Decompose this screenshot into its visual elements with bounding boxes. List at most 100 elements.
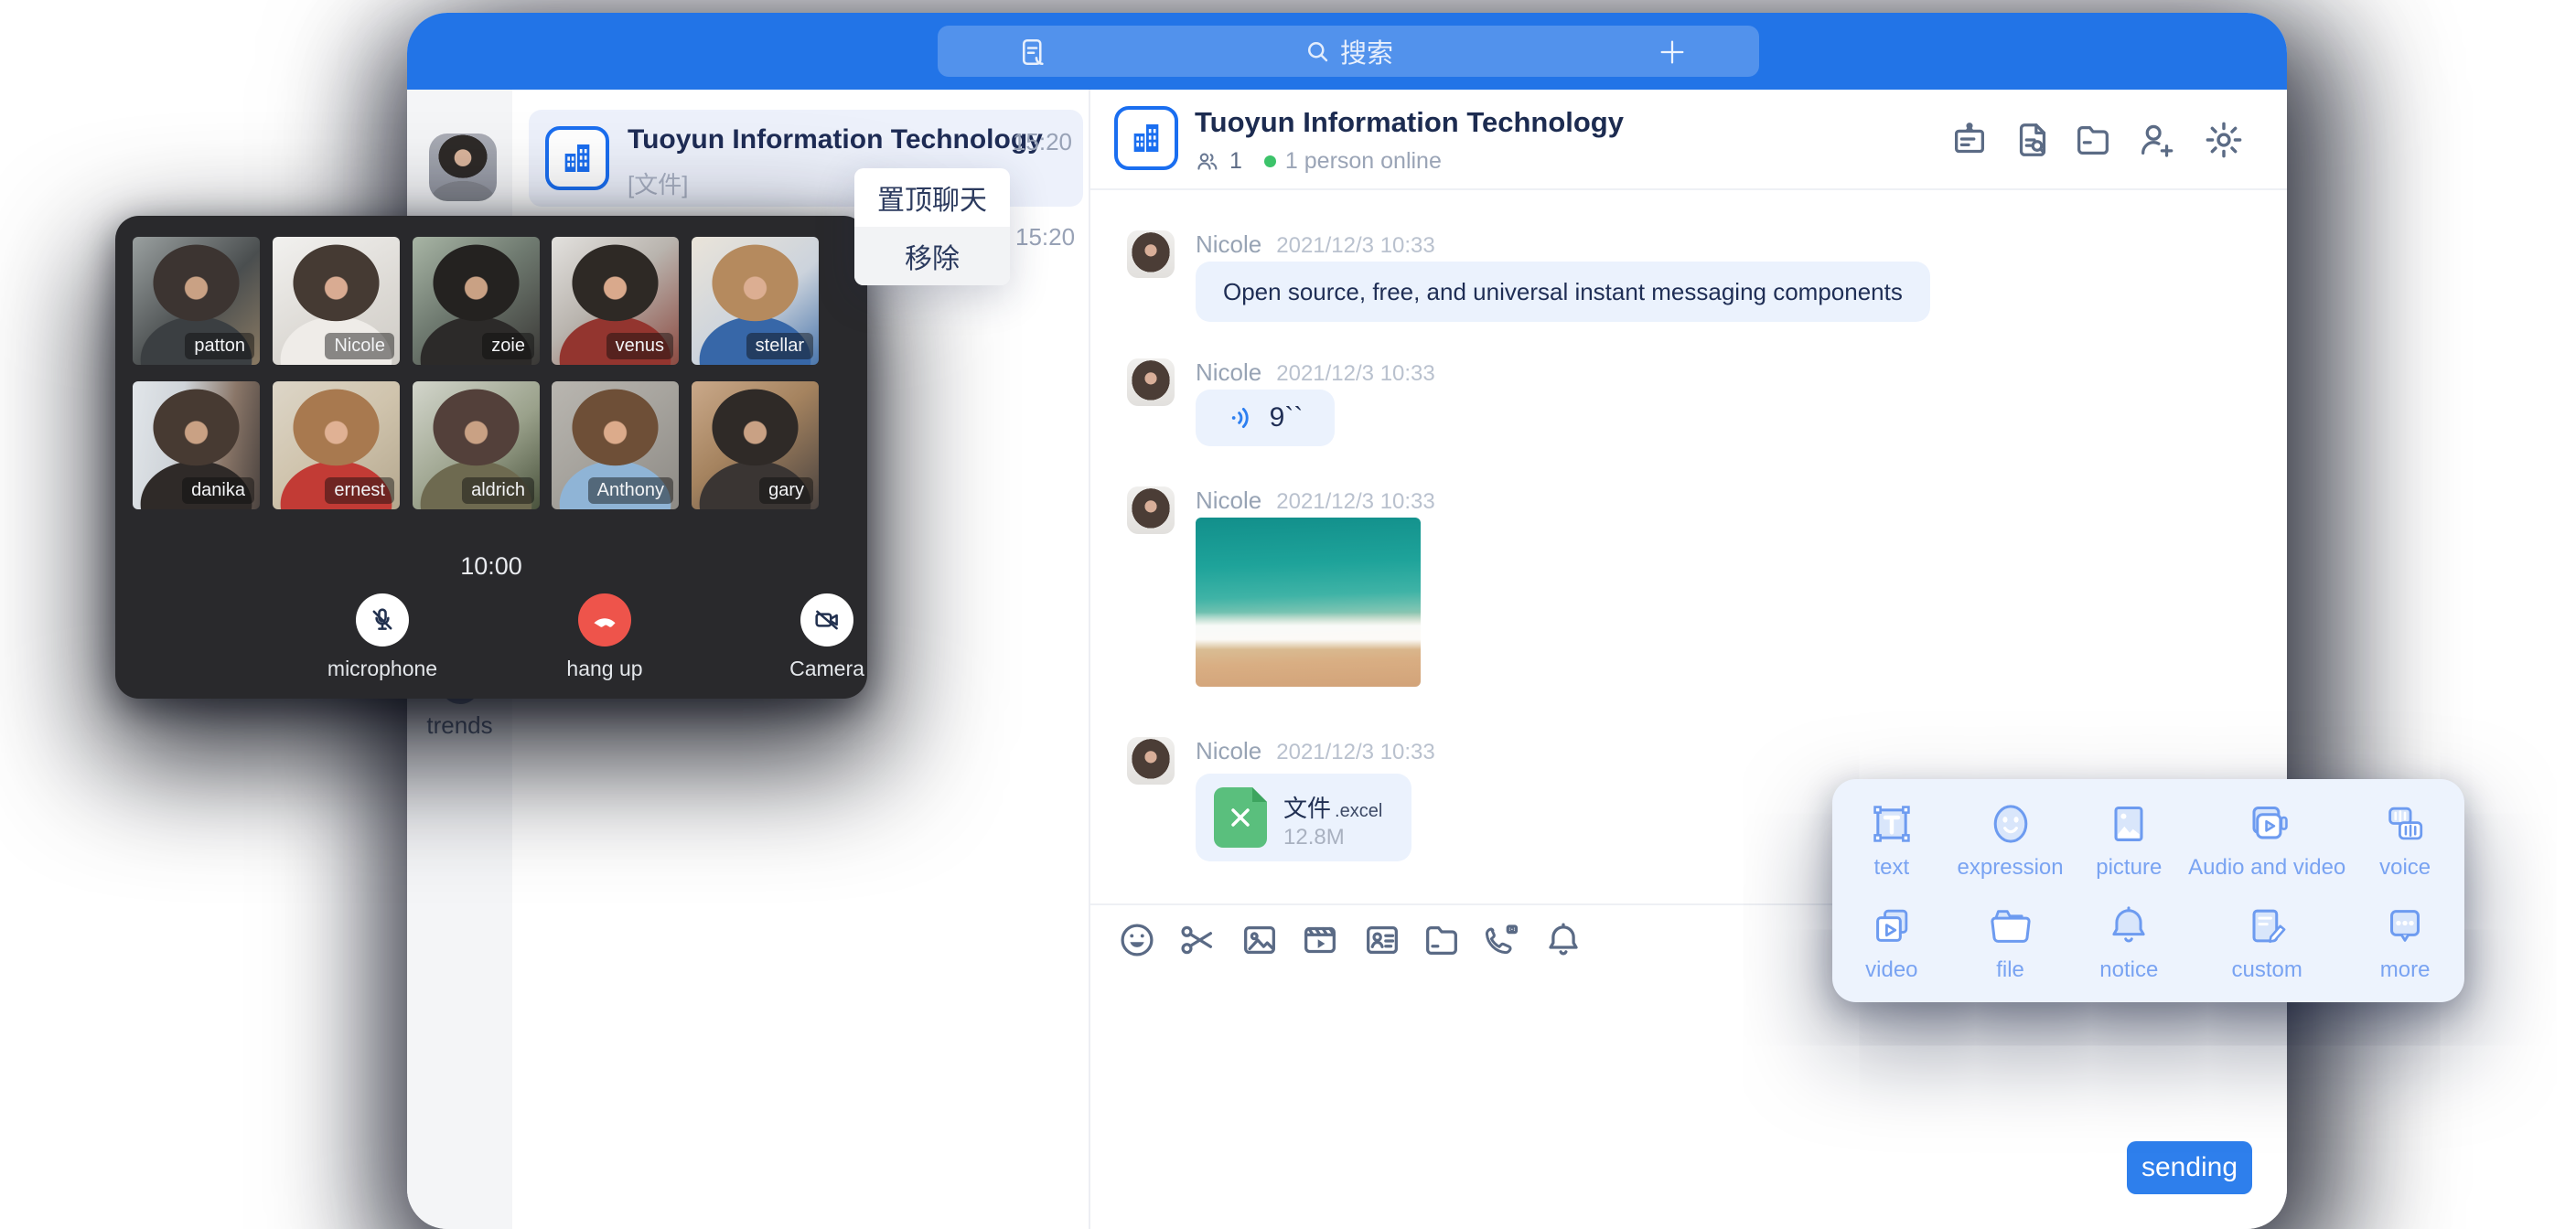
participant-name: gary [759,477,813,504]
participant-name: venus [606,333,673,359]
text-icon [1866,798,1917,850]
message-header: Nicole2021/12/3 10:33 [1196,737,1435,765]
menu-item-remove[interactable]: 移除 [854,227,1010,285]
participant-name: Nicole [325,333,394,359]
attach-item-notice[interactable]: notice [2099,901,2158,983]
microphone-button[interactable] [356,593,409,647]
avatar[interactable] [1127,737,1175,785]
camera-off-icon [811,604,843,636]
attach-item-more[interactable]: more [2379,901,2431,983]
attach-item-file[interactable]: file [1985,901,2036,983]
online-label: 1 person online [1285,148,1442,175]
participant-name: Anthony [588,477,673,504]
file-size: 12.8M [1283,825,1345,850]
folder-icon[interactable] [1421,919,1463,961]
participant-name: aldrich [462,477,534,504]
message-header: Nicole2021/12/3 10:33 [1196,230,1435,259]
conversation-preview: [文件] [628,166,688,200]
audio-video-icon [2241,798,2292,850]
video-call-icon[interactable] [1480,919,1522,961]
attach-item-video[interactable]: video [1865,901,1917,983]
search-field[interactable]: 搜索 [938,26,1759,77]
group-avatar [545,126,609,190]
message-time: 2021/12/3 10:33 [1276,489,1435,514]
sender-name: Nicole [1196,358,1261,386]
doc-search-icon[interactable] [2012,119,2054,161]
message-time: 2021/12/3 10:33 [1276,233,1435,258]
attach-item-voice[interactable]: voice [2379,798,2431,881]
my-avatar[interactable] [429,134,497,201]
building-icon [559,140,596,176]
members-icon [1195,149,1220,175]
person-add-icon[interactable] [2136,119,2178,161]
camera-button[interactable] [800,593,853,647]
gear-icon[interactable] [2203,119,2245,161]
attach-item-text[interactable]: text [1866,798,1917,881]
trends-label: trends [407,711,512,740]
video-tile: gary [692,381,819,509]
picture-icon [2103,798,2154,850]
attach-item-picture[interactable]: picture [2096,798,2162,881]
voice-duration: 9`` [1270,402,1304,433]
chat-header: Tuoyun Information Technology 1 1 person… [1090,90,2287,190]
emoji-icon[interactable] [1116,919,1158,961]
hang-up-button[interactable] [578,593,631,647]
hangup-label: hang up [513,657,696,681]
avatar[interactable] [1127,230,1175,278]
attach-item-audio-video[interactable]: Audio and video [2188,798,2345,881]
file-ext: .excel [1335,801,1382,821]
image-icon[interactable] [1239,919,1281,961]
contact-card-icon[interactable] [1361,919,1403,961]
file-message-bubble[interactable]: 文件.excel 12.8M [1196,774,1411,861]
screenshot-icon[interactable] [1176,919,1218,961]
text-message-bubble[interactable]: Open source, free, and universal instant… [1196,262,1930,322]
bulletin-icon[interactable] [1948,119,1991,161]
voice-icon [2379,798,2431,850]
sender-name: Nicole [1196,486,1261,514]
participant-name: zoie [482,333,534,359]
plus-icon[interactable] [1657,37,1688,68]
avatar[interactable] [1127,486,1175,534]
file-icon [1985,901,2036,952]
message-header: Nicole 2021/12/3 10:33 [1196,358,1435,387]
video-tile: Nicole [273,237,400,365]
participant-name: patton [185,333,254,359]
conversation-time: 15:20 [1013,128,1072,156]
app-root: 搜索 trends [0,0,2576,1229]
video-tile: stellar [692,237,819,365]
custom-icon [2241,901,2292,952]
online-dot [1264,155,1276,167]
attach-panel: text expression picture [1832,779,2464,1002]
message-header: Nicole 2021/12/3 10:33 [1196,486,1435,515]
video-tile: venus [552,237,679,365]
search-icon [1304,37,1331,65]
film-icon[interactable] [1299,919,1341,961]
attach-item-custom[interactable]: custom [2232,901,2302,983]
file-fold-corner [1252,787,1267,802]
attach-item-expression[interactable]: expression [1958,798,2064,881]
video-icon [1866,901,1917,952]
participant-name: danika [182,477,254,504]
message-time: 2021/12/3 10:33 [1276,361,1435,386]
send-button[interactable]: sending [2127,1141,2252,1194]
participant-name: ernest [325,477,394,504]
building-icon [1128,120,1165,156]
excel-file-icon [1214,787,1267,848]
avatar[interactable] [1127,358,1175,406]
more-icon [2379,901,2431,952]
video-tile: Anthony [552,381,679,509]
sender-name: Nicole [1196,737,1261,764]
chat-subtitle: 1 1 person online [1195,148,1442,175]
notice-icon [2103,901,2154,952]
search-placeholder: 搜索 [1340,32,1393,70]
voice-wave-icon [1228,403,1257,433]
image-message-beach[interactable] [1196,518,1421,687]
menu-item-pin[interactable]: 置顶聊天 [854,168,1010,227]
hangup-icon [588,604,621,636]
folder-icon[interactable] [2072,119,2114,161]
search-bar[interactable]: 搜索 [938,26,1759,77]
bell-icon[interactable] [1542,919,1584,961]
video-tile: zoie [413,237,540,365]
voice-message-bubble[interactable]: 9`` [1196,390,1335,446]
member-count: 1 [1229,148,1242,175]
